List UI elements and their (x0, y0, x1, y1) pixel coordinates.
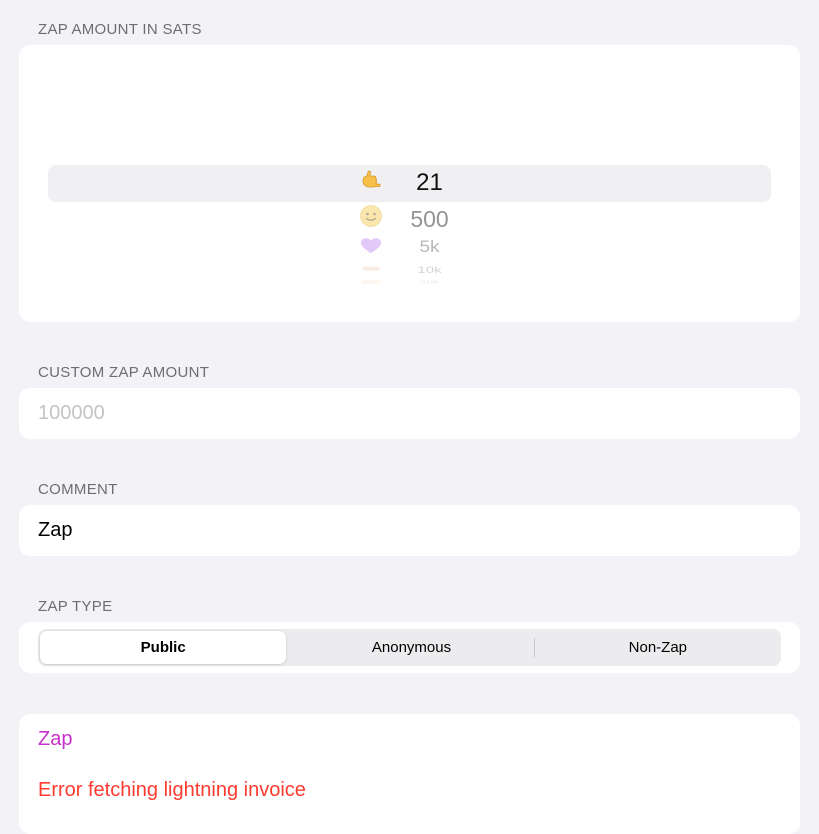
comment-input[interactable] (38, 505, 778, 556)
zap-button[interactable]: Zap (38, 728, 72, 751)
call-me-hand-icon (351, 168, 391, 199)
zap-amount-picker[interactable]: 21 500 5k 10k 20k (19, 45, 800, 322)
zap-type-anonymous[interactable]: Anonymous (288, 629, 535, 666)
zap-type-option-label: Non-Zap (628, 639, 687, 656)
custom-amount-card (19, 388, 800, 439)
custom-amount-input[interactable] (38, 388, 778, 439)
picker-value: 10k (417, 264, 442, 276)
picker-row[interactable]: 10k (19, 264, 800, 276)
zap-type-option-label: Anonymous (371, 639, 452, 656)
error-message: Error fetching lightning invoice (38, 779, 306, 801)
custom-amount-header: CUSTOM ZAP AMOUNT (38, 364, 210, 381)
comment-header: COMMENT (38, 481, 118, 498)
zap-type-header: ZAP TYPE (38, 598, 113, 615)
picker-row[interactable]: 500 (19, 203, 800, 235)
picker-value: 20k (419, 279, 440, 285)
picker-value: 21 (416, 169, 443, 196)
picker-row[interactable]: 5k (19, 237, 800, 259)
kiss-lips-icon (351, 262, 391, 279)
zap-amount-header: ZAP AMOUNT IN SATS (38, 21, 202, 38)
picker-value: 5k (419, 238, 440, 257)
slightly-smiling-face-icon (351, 204, 391, 234)
picker-row[interactable]: 20k (19, 279, 800, 285)
purple-heart-icon (351, 235, 391, 261)
picker-value: 500 (410, 205, 449, 232)
comment-card (19, 505, 800, 556)
picker-row[interactable]: 21 (19, 167, 800, 199)
emoji-icon (351, 279, 391, 285)
zap-action-card: Zap Error fetching lightning invoice (19, 714, 800, 834)
zap-type-segmented-control[interactable]: Public Anonymous Non-Zap (38, 629, 781, 666)
zap-type-card: Public Anonymous Non-Zap (19, 622, 800, 673)
zap-type-public[interactable]: Public (40, 631, 287, 664)
zap-type-non-zap[interactable]: Non-Zap (535, 629, 781, 666)
zap-type-option-label: Public (140, 639, 186, 656)
zap-sheet: ZAP AMOUNT IN SATS 21 500 5k 10k 20k CUS… (0, 0, 819, 834)
